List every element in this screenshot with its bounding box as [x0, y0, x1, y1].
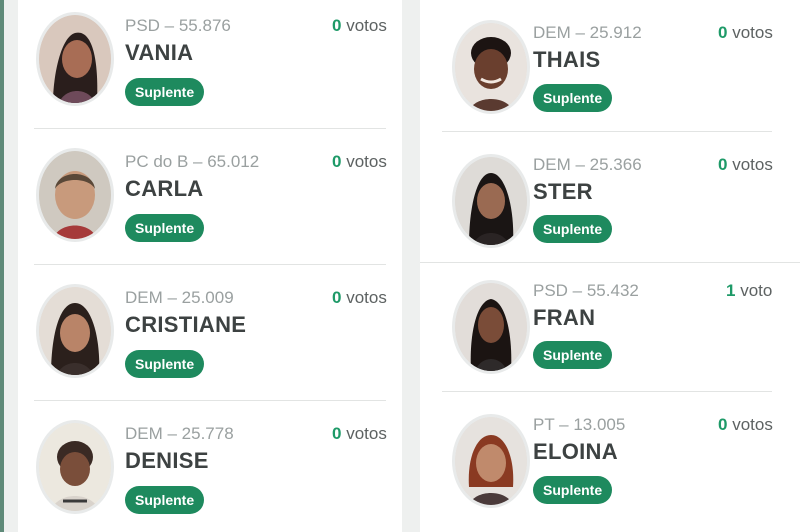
- candidate-name: CRISTIANE: [125, 312, 247, 337]
- candidate-name: STER: [533, 179, 593, 204]
- candidate-card-vania[interactable]: PSD – 55.876 VANIA Suplente 0 votos: [18, 0, 402, 128]
- vote-number: 0: [718, 155, 728, 174]
- vote-number: 0: [718, 23, 728, 42]
- candidate-name: CARLA: [125, 176, 204, 201]
- candidate-photo-icon: [36, 420, 114, 514]
- vote-label: votos: [732, 23, 773, 42]
- candidate-card-carla[interactable]: PC do B – 65.012 CARLA Suplente 0 votos: [18, 136, 402, 264]
- candidate-party-number: PSD – 55.432: [533, 281, 639, 300]
- candidate-party-number: PSD – 55.876: [125, 16, 231, 35]
- vote-number: 0: [718, 415, 728, 434]
- candidate-photo-icon: [452, 154, 530, 248]
- status-badge: Suplente: [533, 476, 613, 504]
- candidate-party-number: PC do B – 65.012: [125, 152, 260, 171]
- vote-count: 0 votos: [332, 16, 387, 36]
- card-divider: [442, 131, 772, 132]
- vote-number: 0: [332, 424, 342, 443]
- vote-count: 0 votos: [332, 424, 387, 444]
- left-edge-strip: [0, 0, 4, 532]
- candidate-photo-icon: [452, 280, 530, 374]
- status-badge: Suplente: [533, 341, 613, 369]
- status-badge: Suplente: [125, 78, 205, 106]
- vote-label: votos: [346, 424, 387, 443]
- vote-label: voto: [740, 281, 773, 300]
- vote-number: 0: [332, 288, 342, 307]
- candidate-photo-icon: [36, 284, 114, 378]
- vote-number: 0: [332, 152, 342, 171]
- candidate-name: VANIA: [125, 40, 194, 65]
- vote-label: votos: [732, 155, 773, 174]
- vote-count: 0 votos: [332, 288, 387, 308]
- candidate-party-number: DEM – 25.366: [533, 155, 642, 174]
- card-divider: [34, 128, 386, 129]
- status-badge: Suplente: [533, 215, 613, 243]
- status-badge: Suplente: [125, 350, 205, 378]
- vote-count: 0 votos: [332, 152, 387, 172]
- candidate-photo-icon: [452, 414, 530, 508]
- candidate-card-ster[interactable]: DEM – 25.366 STER Suplente 0 votos: [420, 140, 800, 264]
- candidate-card-denise[interactable]: DEM – 25.778 DENISE Suplente 0 votos: [18, 408, 402, 532]
- candidate-name: ELOINA: [533, 439, 618, 464]
- candidate-photo-icon: [36, 148, 114, 242]
- candidate-card-thais[interactable]: DEM – 25.912 THAIS Suplente 0 votos: [420, 0, 800, 132]
- candidate-photo-icon: [36, 12, 114, 106]
- vote-count: 0 votos: [718, 155, 773, 175]
- candidate-party-number: DEM – 25.778: [125, 424, 234, 443]
- candidate-card-fran[interactable]: PSD – 55.432 FRAN Suplente 1 voto: [420, 266, 800, 390]
- vote-label: votos: [346, 152, 387, 171]
- vote-count: 1 voto: [726, 281, 772, 301]
- candidate-name: DENISE: [125, 448, 209, 473]
- candidate-list-right: DEM – 25.912 THAIS Suplente 0 votos DEM …: [420, 0, 800, 532]
- candidate-card-cristiane[interactable]: DEM – 25.009 CRISTIANE Suplente 0 votos: [18, 272, 402, 400]
- status-badge: Suplente: [125, 214, 205, 242]
- card-divider: [420, 262, 800, 263]
- candidate-card-eloina[interactable]: PT – 13.005 ELOINA Suplente 0 votos: [420, 400, 800, 532]
- card-divider: [34, 400, 386, 401]
- vote-count: 0 votos: [718, 23, 773, 43]
- candidate-name: FRAN: [533, 305, 596, 330]
- card-divider: [34, 264, 386, 265]
- status-badge: Suplente: [533, 84, 613, 112]
- vote-number: 1: [726, 281, 736, 300]
- candidate-name: THAIS: [533, 47, 601, 72]
- candidate-party-number: PT – 13.005: [533, 415, 626, 434]
- card-divider: [442, 391, 772, 392]
- vote-label: votos: [732, 415, 773, 434]
- vote-count: 0 votos: [718, 415, 773, 435]
- vote-label: votos: [346, 16, 387, 35]
- status-badge: Suplente: [125, 486, 205, 514]
- candidate-photo-icon: [452, 20, 530, 114]
- candidate-list-left: PSD – 55.876 VANIA Suplente 0 votos PC d…: [18, 0, 402, 532]
- vote-label: votos: [346, 288, 387, 307]
- candidate-party-number: DEM – 25.009: [125, 288, 234, 307]
- vote-number: 0: [332, 16, 342, 35]
- candidate-party-number: DEM – 25.912: [533, 23, 642, 42]
